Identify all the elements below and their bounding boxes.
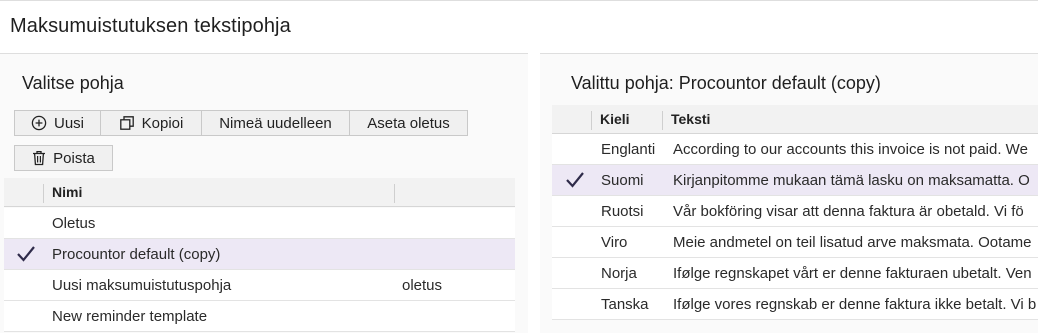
language-name: Ruotsi: [601, 202, 644, 220]
column-header-text[interactable]: Teksti: [671, 105, 710, 133]
rename-button[interactable]: Nimeä uudelleen: [201, 110, 350, 136]
delete-button-label: Poista: [53, 149, 95, 167]
reminder-text: According to our accounts this invoice i…: [673, 140, 1028, 158]
template-name: New reminder template: [52, 307, 208, 325]
template-row[interactable]: Procountor default (copy): [4, 239, 515, 270]
set-default-button-label: Aseta oletus: [367, 114, 450, 132]
add-circle-icon: [31, 115, 47, 131]
reminder-text: Meie andmetel on teil lisatud arve maksm…: [673, 233, 1032, 251]
template-row[interactable]: Oletus: [4, 208, 515, 239]
column-separator: [394, 184, 395, 203]
language-name: Suomi: [601, 171, 644, 189]
copy-icon: [119, 116, 134, 130]
template-list-panel: Valitse pohja Uusi Kopioi Nimeä uudellee…: [0, 53, 528, 333]
reminder-text: Ifølge regnskapet vårt er denne fakturae…: [673, 264, 1032, 282]
set-default-button[interactable]: Aseta oletus: [349, 110, 468, 136]
language-name: Viro: [601, 233, 628, 251]
language-row[interactable]: Englanti According to our accounts this i…: [552, 134, 1038, 165]
column-separator: [591, 111, 592, 130]
template-table-header: Nimi: [4, 178, 515, 207]
column-separator: [662, 111, 663, 130]
copy-button-label: Kopioi: [141, 114, 184, 132]
column-header-language[interactable]: Kieli: [600, 105, 630, 133]
template-name: Oletus: [52, 214, 96, 232]
top-border: [0, 0, 1038, 1]
template-row[interactable]: New reminder template: [4, 301, 515, 332]
reminder-text: Ifølge vores regnskab er denne faktura i…: [673, 295, 1037, 313]
right-section-title: Valittu pohja: Procountor default (copy): [571, 73, 881, 93]
language-row[interactable]: Tanska Ifølge vores regnskab er denne fak…: [552, 289, 1038, 320]
language-row[interactable]: Suomi Kirjanpitomme mukaan tämä lasku on …: [552, 165, 1038, 196]
checkmark-icon: [17, 246, 35, 262]
new-button[interactable]: Uusi: [14, 110, 101, 136]
language-row[interactable]: Viro Meie andmetel on teil lisatud arve m…: [552, 227, 1038, 258]
column-header-name[interactable]: Nimi: [52, 178, 82, 206]
language-row[interactable]: Norja Ifølge regnskapet vårt er denne fak…: [552, 258, 1038, 289]
delete-button[interactable]: Poista: [14, 145, 113, 171]
page-title: Maksumuistutuksen tekstipohja: [10, 15, 291, 37]
copy-button[interactable]: Kopioi: [100, 110, 202, 136]
default-marker: oletus: [402, 276, 443, 294]
column-separator: [43, 184, 44, 203]
language-table-header: Kieli Teksti: [552, 105, 1038, 134]
checkmark-icon: [566, 172, 584, 188]
reminder-text: Kirjanpitomme mukaan tämä lasku on maksa…: [673, 171, 1030, 189]
template-name: Procountor default (copy): [52, 245, 221, 263]
left-section-title: Valitse pohja: [22, 73, 124, 93]
new-button-label: Uusi: [53, 114, 84, 132]
rename-button-label: Nimeä uudelleen: [219, 114, 332, 132]
reminder-text: Vår bokföring visar att denna faktura är…: [673, 202, 1024, 220]
template-row[interactable]: Uusi maksumuistutuspohja oletus: [4, 270, 515, 301]
language-row[interactable]: Ruotsi Vår bokföring visar att denna fakt…: [552, 196, 1038, 227]
language-name: Norja: [601, 264, 637, 282]
language-name: Englanti: [601, 140, 656, 158]
language-name: Tanska: [601, 295, 649, 313]
trash-icon: [33, 150, 46, 166]
selected-template-panel: Valittu pohja: Procountor default (copy)…: [540, 53, 1038, 333]
template-name: Uusi maksumuistutuspohja: [52, 276, 232, 294]
